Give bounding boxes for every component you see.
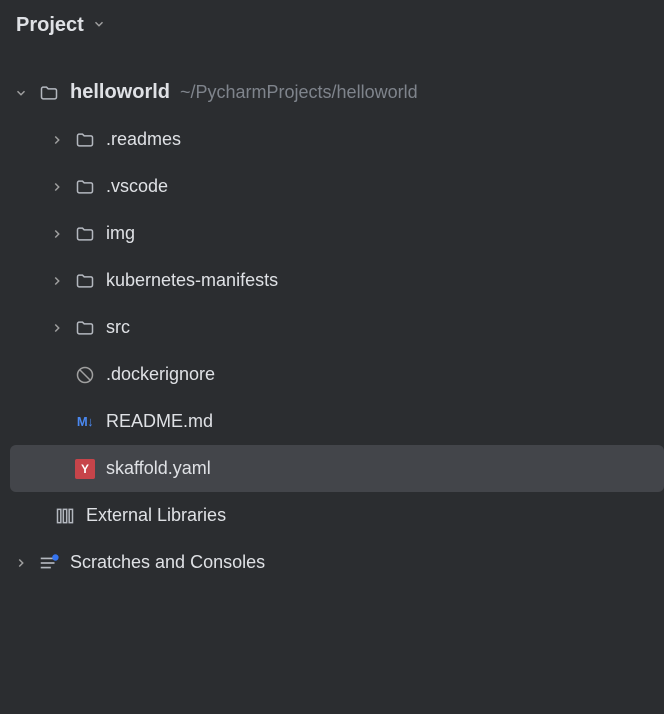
tree-root[interactable]: helloworld ~/PycharmProjects/helloworld: [0, 69, 664, 116]
library-icon: [54, 505, 76, 527]
tree-folder[interactable]: src: [0, 304, 664, 351]
tree-folder[interactable]: .readmes: [0, 116, 664, 163]
yaml-icon: Y: [74, 458, 96, 480]
folder-label: .readmes: [106, 129, 181, 150]
chevron-down-icon[interactable]: [92, 15, 106, 36]
folder-icon: [74, 223, 96, 245]
folder-icon: [74, 176, 96, 198]
tree-folder[interactable]: kubernetes-manifests: [0, 257, 664, 304]
folder-label: img: [106, 223, 135, 244]
folder-icon: [74, 317, 96, 339]
root-name: helloworld: [70, 81, 170, 104]
tree-file-readme[interactable]: M↓ README.md: [0, 398, 664, 445]
scratches-icon: [38, 552, 60, 574]
folder-icon: [74, 129, 96, 151]
tree-scratches[interactable]: Scratches and Consoles: [0, 539, 664, 586]
folder-icon: [74, 270, 96, 292]
chevron-right-icon[interactable]: [50, 133, 74, 147]
chevron-right-icon[interactable]: [50, 321, 74, 335]
ignore-icon: [74, 364, 96, 386]
chevron-right-icon[interactable]: [50, 180, 74, 194]
file-label: .dockerignore: [106, 364, 215, 385]
folder-label: kubernetes-manifests: [106, 270, 278, 291]
folder-label: src: [106, 317, 130, 338]
folder-label: .vscode: [106, 176, 168, 197]
panel-title: Project: [16, 14, 84, 37]
chevron-right-icon[interactable]: [50, 227, 74, 241]
tree-external-libraries[interactable]: External Libraries: [0, 492, 664, 539]
tree-file-dockerignore[interactable]: .dockerignore: [0, 351, 664, 398]
chevron-down-icon[interactable]: [14, 86, 38, 100]
external-libraries-label: External Libraries: [86, 505, 226, 526]
scratches-label: Scratches and Consoles: [70, 552, 265, 573]
tree-folder[interactable]: img: [0, 210, 664, 257]
folder-icon: [38, 82, 60, 104]
root-path: ~/PycharmProjects/helloworld: [180, 82, 418, 103]
chevron-right-icon[interactable]: [50, 274, 74, 288]
tree-folder[interactable]: .vscode: [0, 163, 664, 210]
tree-file-skaffold[interactable]: Y skaffold.yaml: [10, 445, 664, 492]
project-tree: helloworld ~/PycharmProjects/helloworld …: [0, 51, 664, 586]
file-label: skaffold.yaml: [106, 458, 211, 479]
chevron-right-icon[interactable]: [14, 556, 38, 570]
markdown-icon: M↓: [74, 411, 96, 433]
file-label: README.md: [106, 411, 213, 432]
panel-header[interactable]: Project: [0, 0, 664, 51]
